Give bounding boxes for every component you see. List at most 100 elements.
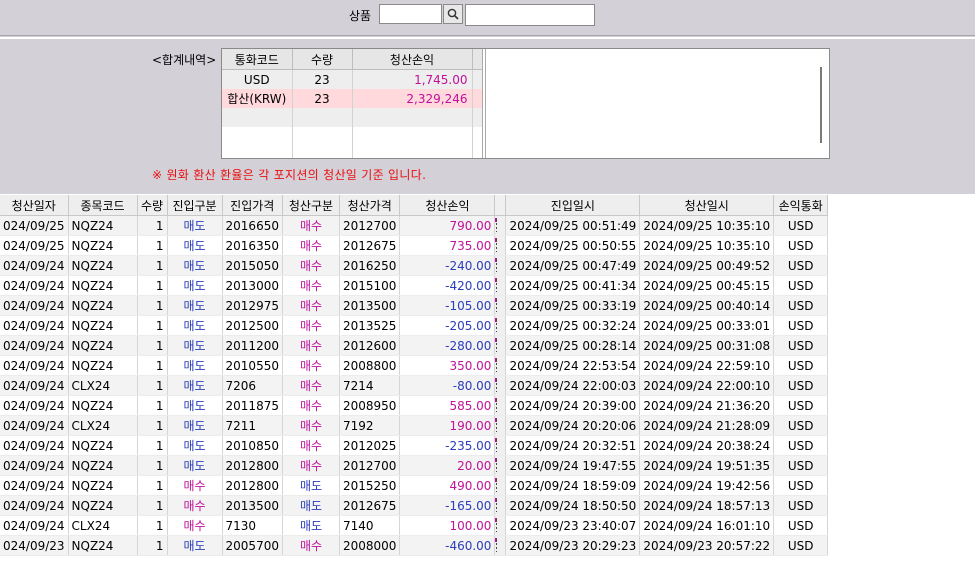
table-row[interactable]: 024/09/24 NQZ24 1 매도 2012500 매수 2013525 -205.00… [0,315,829,336]
col-header-close-side[interactable]: 청산구분 [282,195,340,216]
cell-close-time: 2024/09/24 16:01:10 [639,515,775,536]
cell-pnl-currency: USD [773,435,829,456]
cell-close-price: 2008000 [339,535,401,556]
cell-symbol: NQZ24 [68,315,138,336]
column-splitter[interactable] [494,275,507,296]
cell-entry-time: 2024/09/24 20:32:51 [505,435,641,456]
cell-close-price: 7214 [339,375,401,396]
cell-close-price: 7140 [339,515,401,536]
cell-pnl: 100.00 [399,515,496,536]
cell-entry-price: 2010850 [222,435,283,456]
col-header-close-date[interactable]: 청산일자 [0,195,69,216]
product-search-button[interactable] [443,4,463,24]
filter-panel: 상품 <합계내역> 통화코드 수량 청산손익 USD 23 1,745.00 합… [0,0,975,194]
product-name-field[interactable] [465,4,595,26]
summary-header-pnl[interactable]: 청산손익 [352,49,473,70]
column-splitter[interactable] [494,295,507,316]
cell-close-side: 매수 [282,295,340,316]
col-header-symbol[interactable]: 종목코드 [68,195,138,216]
table-row[interactable]: 024/09/24 NQZ24 1 매도 2010550 매수 2008800 350.00 2… [0,355,829,376]
cell-close-side: 매도 [282,495,340,516]
table-row[interactable]: 024/09/24 CLX24 1 매도 7211 매수 7192 190.00 2024/09… [0,415,829,436]
table-row[interactable]: 024/09/25 NQZ24 1 매도 2016650 매수 2012700 790.00 2… [0,215,829,236]
col-header-entry-side[interactable]: 진입구분 [167,195,223,216]
column-splitter[interactable] [494,235,507,256]
column-splitter[interactable] [494,255,507,276]
column-splitter[interactable] [494,495,507,516]
cell-close-price: 2016250 [339,255,401,276]
cell-close-date: 024/09/24 [0,355,69,376]
scrollbar[interactable] [820,67,822,143]
cell-entry-price: 2005700 [222,535,283,556]
table-row[interactable]: 024/09/24 NQZ24 1 매도 2011875 매수 2008950 585.00 2… [0,395,829,416]
column-splitter[interactable] [494,515,507,536]
col-header-entry-price[interactable]: 진입가격 [222,195,283,216]
summary-header-currency[interactable]: 통화코드 [222,49,293,70]
cell-pnl: -165.00 [399,495,496,516]
table-row[interactable]: 024/09/24 CLX24 1 매도 7206 매수 7214 -80.00 2024/09… [0,375,829,396]
cell-close-date: 024/09/24 [0,495,69,516]
column-splitter[interactable] [494,475,507,496]
summary-pnl: 1,745.00 [352,69,473,89]
table-row[interactable]: 024/09/24 NQZ24 1 매도 2012975 매수 2013500 -105.00… [0,295,829,316]
trade-table: 청산일자 종목코드 수량 진입구분 진입가격 청산구분 청산가격 청산손익 진입… [0,195,829,556]
cell-close-side: 매수 [282,215,340,236]
column-splitter[interactable] [494,195,507,216]
cell-symbol: NQZ24 [68,215,138,236]
col-header-pnl[interactable]: 청산손익 [399,195,496,216]
cell-symbol: NQZ24 [68,355,138,376]
column-splitter[interactable] [494,315,507,336]
column-splitter[interactable] [494,375,507,396]
column-splitter[interactable] [494,395,507,416]
summary-currency: 합산(KRW) [222,89,293,108]
divider [0,37,975,39]
table-row[interactable]: 024/09/24 NQZ24 1 매도 2013000 매수 2015100 -420.00… [0,275,829,296]
cell-entry-price: 2012800 [222,475,283,496]
cell-pnl-currency: USD [773,275,829,296]
column-splitter[interactable] [494,415,507,436]
cell-close-date: 024/09/24 [0,515,69,536]
cell-entry-side: 매도 [167,355,223,376]
cell-symbol: NQZ24 [68,335,138,356]
cell-symbol: NQZ24 [68,255,138,276]
table-row[interactable]: 024/09/24 NQZ24 1 매수 2013500 매도 2012675 -165.00… [0,495,829,516]
column-splitter[interactable] [482,49,486,158]
cell-entry-side: 매도 [167,235,223,256]
summary-row[interactable]: 합산(KRW) 23 2,329,246 [222,89,483,108]
col-header-close-time[interactable]: 청산일시 [639,195,775,216]
table-row[interactable]: 024/09/24 NQZ24 1 매도 2012800 매수 2012700 20.00 20… [0,455,829,476]
cell-symbol: NQZ24 [68,475,138,496]
cell-symbol: CLX24 [68,515,138,536]
table-row[interactable]: 024/09/24 NQZ24 1 매수 2012800 매도 2015250 490.00 2… [0,475,829,496]
cell-entry-price: 2013000 [222,275,283,296]
summary-row[interactable]: USD 23 1,745.00 [222,69,483,89]
cell-entry-time: 2024/09/25 00:50:55 [505,235,641,256]
cell-close-side: 매수 [282,315,340,336]
product-code-input[interactable] [379,4,442,24]
col-header-close-price[interactable]: 청산가격 [339,195,401,216]
cell-entry-time: 2024/09/23 20:29:23 [505,535,641,556]
column-splitter[interactable] [494,335,507,356]
table-row[interactable]: 024/09/24 CLX24 1 매수 7130 매도 7140 100.00 2024/09… [0,515,829,536]
col-header-pnl-currency[interactable]: 손익통화 [773,195,829,216]
cell-pnl-currency: USD [773,295,829,316]
col-header-entry-time[interactable]: 진입일시 [505,195,641,216]
column-splitter[interactable] [494,215,507,236]
table-row[interactable]: 024/09/24 NQZ24 1 매도 2015050 매수 2016250 -240.00… [0,255,829,276]
cell-pnl-currency: USD [773,515,829,536]
cell-qty: 1 [137,415,168,436]
table-row[interactable]: 024/09/24 NQZ24 1 매도 2011200 매수 2012600 -280.00… [0,335,829,356]
cell-entry-side: 매도 [167,275,223,296]
column-splitter[interactable] [494,455,507,476]
table-row[interactable]: 024/09/23 NQZ24 1 매도 2005700 매수 2008000 -460.00… [0,535,829,556]
table-row[interactable]: 024/09/24 NQZ24 1 매도 2010850 매수 2012025 -235.00… [0,435,829,456]
column-splitter[interactable] [494,535,507,556]
column-splitter[interactable] [494,355,507,376]
col-header-qty[interactable]: 수량 [137,195,168,216]
table-row[interactable]: 024/09/25 NQZ24 1 매도 2016350 매수 2012675 735.00 2… [0,235,829,256]
divider [0,35,975,36]
column-splitter[interactable] [494,435,507,456]
cell-close-date: 024/09/25 [0,235,69,256]
cell-close-time: 2024/09/24 19:51:35 [639,455,775,476]
summary-header-qty[interactable]: 수량 [292,49,353,70]
